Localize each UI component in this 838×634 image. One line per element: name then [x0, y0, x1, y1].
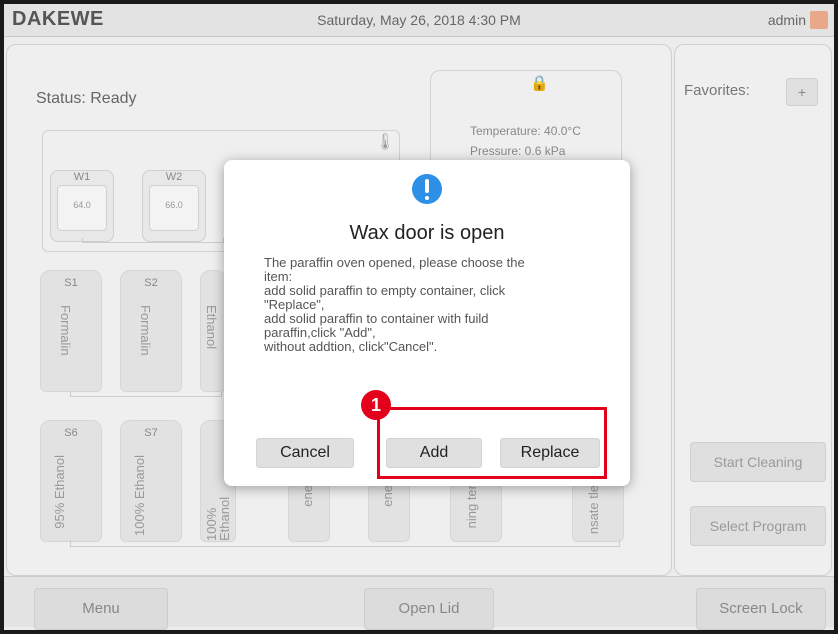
- message-line: The paraffin oven opened, please choose …: [264, 255, 525, 270]
- wax-tank-inner: 64.0: [57, 185, 107, 231]
- top-bar: DAKEWE Saturday, May 26, 2018 4:30 PM ad…: [4, 4, 834, 37]
- wax-tank-w1[interactable]: W1 64.0: [50, 170, 114, 242]
- avatar[interactable]: [810, 11, 828, 29]
- lock-icon: 🔒: [530, 75, 549, 92]
- pipe: [82, 238, 224, 243]
- dialog-title: Wax door is open: [349, 222, 505, 244]
- bottle-label: S2: [144, 277, 158, 289]
- message-line: add solid paraffin to empty container, c…: [264, 283, 506, 298]
- favorites-label: Favorites:: [684, 82, 750, 99]
- oven-temperature: Temperature: 40.0°C: [470, 124, 581, 138]
- thermometer-icon: 🌡: [375, 134, 396, 151]
- bottle-reagent: ene: [380, 485, 395, 507]
- message-line: "Replace",: [264, 297, 325, 312]
- message-line: add solid paraffin to container with fui…: [264, 311, 489, 326]
- bottle-label: S6: [64, 427, 78, 439]
- cancel-button[interactable]: Cancel: [256, 438, 354, 468]
- bottle-reagent: ene: [300, 485, 315, 507]
- wax-tank-value: 64.0: [73, 200, 91, 210]
- bottle-reagent: 100% Ethanol: [204, 496, 232, 541]
- datetime-display: Saturday, May 26, 2018 4:30 PM: [317, 12, 521, 28]
- screen-lock-button[interactable]: Screen Lock: [696, 588, 826, 630]
- message-line: paraffin,click "Add",: [264, 325, 376, 340]
- message-line: without addtion, click"Cancel".: [264, 339, 438, 354]
- alert-icon: [412, 174, 442, 204]
- status-text: Status: Ready: [36, 90, 137, 107]
- condensate-bottle[interactable]: nsate tle: [572, 480, 624, 542]
- reagent-bottle-s1[interactable]: S1 Formalin: [40, 270, 102, 392]
- wax-tank-label: W2: [165, 171, 183, 183]
- bottle-reagent: 95% Ethanol: [52, 455, 67, 529]
- reagent-bottle-s6[interactable]: S6 95% Ethanol: [40, 420, 102, 542]
- dialog-message: The paraffin oven opened, please choose …: [264, 256, 604, 354]
- reagent-bottle-s10[interactable]: ene: [368, 480, 410, 542]
- wax-tank-label: W1: [73, 171, 91, 183]
- reagent-bottle-s2[interactable]: S2 Formalin: [120, 270, 182, 392]
- bottle-reagent: nsate tle: [586, 485, 601, 535]
- select-program-button[interactable]: Select Program: [690, 506, 826, 546]
- pipe: [70, 392, 222, 397]
- annotation-highlight-box: [377, 407, 607, 479]
- wax-tank-value: 66.0: [165, 200, 183, 210]
- bottle-reagent: ning ter: [464, 485, 479, 529]
- start-cleaning-button[interactable]: Start Cleaning: [690, 442, 826, 482]
- reagent-bottle-s9[interactable]: ene: [288, 480, 330, 542]
- bottle-label: S7: [144, 427, 158, 439]
- user-name[interactable]: admin: [768, 12, 806, 28]
- step-marker: 1: [361, 390, 391, 420]
- wax-tank-inner: 66.0: [149, 185, 199, 231]
- bottle-label: S1: [64, 277, 78, 289]
- add-favorite-button[interactable]: +: [786, 78, 818, 106]
- reagent-bottle-s3[interactable]: Ethanol: [200, 270, 226, 392]
- open-lid-button[interactable]: Open Lid: [364, 588, 494, 630]
- bottle-reagent: Formalin: [138, 305, 153, 356]
- cleaning-water-bottle[interactable]: ning ter: [450, 480, 502, 542]
- oven-pressure: Pressure: 0.6 kPa: [470, 144, 566, 158]
- menu-button[interactable]: Menu: [34, 588, 168, 630]
- bottle-reagent: Ethanol: [204, 305, 219, 350]
- side-panel: [674, 44, 832, 576]
- bottle-reagent: Formalin: [58, 305, 73, 356]
- reagent-bottle-s7[interactable]: S7 100% Ethanol: [120, 420, 182, 542]
- wax-tank-w2[interactable]: W2 66.0: [142, 170, 206, 242]
- pipe: [70, 540, 620, 547]
- bottle-reagent: 100% Ethanol: [132, 455, 147, 536]
- message-line: item:: [264, 269, 293, 284]
